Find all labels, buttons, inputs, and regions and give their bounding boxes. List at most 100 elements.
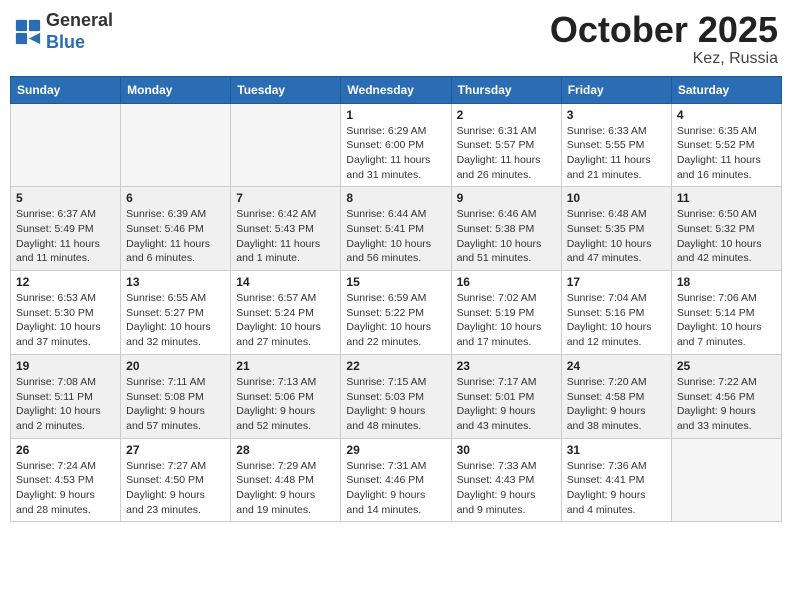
day-header-sunday: Sunday: [11, 76, 121, 103]
day-number: 14: [236, 275, 335, 289]
day-number: 3: [567, 108, 666, 122]
day-info: Sunrise: 7:02 AMSunset: 5:19 PMDaylight:…: [457, 291, 556, 350]
day-info: Sunrise: 6:44 AMSunset: 5:41 PMDaylight:…: [346, 207, 445, 266]
day-info: Sunrise: 7:15 AMSunset: 5:03 PMDaylight:…: [346, 375, 445, 434]
day-info: Sunrise: 6:37 AMSunset: 5:49 PMDaylight:…: [16, 207, 115, 266]
day-number: 13: [126, 275, 225, 289]
calendar-cell: 9 Sunrise: 6:46 AMSunset: 5:38 PMDaylight…: [451, 187, 561, 271]
day-info: Sunrise: 6:31 AMSunset: 5:57 PMDaylight:…: [457, 124, 556, 183]
day-info: Sunrise: 6:33 AMSunset: 5:55 PMDaylight:…: [567, 124, 666, 183]
day-number: 16: [457, 275, 556, 289]
calendar-cell: 15Sunrise: 6:59 AMSunset: 5:22 PMDayligh…: [341, 271, 451, 355]
title-block: October 2025 Kez, Russia: [550, 10, 778, 68]
day-number: 29: [346, 443, 445, 457]
day-info: Sunrise: 6:42 AMSunset: 5:43 PMDaylight:…: [236, 207, 335, 266]
day-number: 27: [126, 443, 225, 457]
calendar-cell: 19Sunrise: 7:08 AMSunset: 5:11 PMDayligh…: [11, 354, 121, 438]
day-number: 7: [236, 191, 335, 205]
calendar-cell: [11, 103, 121, 187]
calendar-cell: 14 Sunrise: 6:57 AMSunset: 5:24 PMDayligh…: [231, 271, 341, 355]
day-number: 30: [457, 443, 556, 457]
day-number: 25: [677, 359, 776, 373]
calendar-cell: 24 Sunrise: 7:20 AMSunset: 4:58 PMDayligh…: [561, 354, 671, 438]
day-number: 24: [567, 359, 666, 373]
day-number: 6: [126, 191, 225, 205]
day-info: Sunrise: 7:13 AMSunset: 5:06 PMDaylight:…: [236, 375, 335, 434]
day-header-tuesday: Tuesday: [231, 76, 341, 103]
calendar-cell: 23 Sunrise: 7:17 AMSunset: 5:01 PMDayligh…: [451, 354, 561, 438]
day-header-saturday: Saturday: [671, 76, 781, 103]
day-info: Sunrise: 7:17 AMSunset: 5:01 PMDaylight:…: [457, 375, 556, 434]
day-info: Sunrise: 7:33 AMSunset: 4:43 PMDaylight:…: [457, 459, 556, 518]
day-info: Sunrise: 7:24 AMSunset: 4:53 PMDaylight:…: [16, 459, 115, 518]
week-row-1: 1 Sunrise: 6:29 AMSunset: 6:00 PMDaylight…: [11, 103, 782, 187]
day-number: 31: [567, 443, 666, 457]
day-info: Sunrise: 6:46 AMSunset: 5:38 PMDaylight:…: [457, 207, 556, 266]
week-row-3: 12 Sunrise: 6:53 AMSunset: 5:30 PMDayligh…: [11, 271, 782, 355]
calendar-cell: 11 Sunrise: 6:50 AMSunset: 5:32 PMDayligh…: [671, 187, 781, 271]
calendar-cell: 28 Sunrise: 7:29 AMSunset: 4:48 PMDayligh…: [231, 438, 341, 522]
calendar-table: SundayMondayTuesdayWednesdayThursdayFrid…: [10, 76, 782, 523]
calendar-cell: 22 Sunrise: 7:15 AMSunset: 5:03 PMDayligh…: [341, 354, 451, 438]
day-number: 8: [346, 191, 445, 205]
day-number: 28: [236, 443, 335, 457]
logo: General Blue: [14, 10, 113, 53]
week-row-2: 5 Sunrise: 6:37 AMSunset: 5:49 PMDaylight…: [11, 187, 782, 271]
calendar-cell: 27 Sunrise: 7:27 AMSunset: 4:50 PMDayligh…: [121, 438, 231, 522]
calendar-cell: 1 Sunrise: 6:29 AMSunset: 6:00 PMDaylight…: [341, 103, 451, 187]
day-info: Sunrise: 6:35 AMSunset: 5:52 PMDaylight:…: [677, 124, 776, 183]
day-number: 5: [16, 191, 115, 205]
day-info: Sunrise: 7:31 AMSunset: 4:46 PMDaylight:…: [346, 459, 445, 518]
day-number: 9: [457, 191, 556, 205]
day-number: 20: [126, 359, 225, 373]
page-header: General Blue October 2025 Kez, Russia: [10, 10, 782, 68]
calendar-cell: 8 Sunrise: 6:44 AMSunset: 5:41 PMDaylight…: [341, 187, 451, 271]
day-info: Sunrise: 6:55 AMSunset: 5:27 PMDaylight:…: [126, 291, 225, 350]
week-row-5: 26Sunrise: 7:24 AMSunset: 4:53 PMDayligh…: [11, 438, 782, 522]
calendar-header-row: SundayMondayTuesdayWednesdayThursdayFrid…: [11, 76, 782, 103]
calendar-cell: 20 Sunrise: 7:11 AMSunset: 5:08 PMDayligh…: [121, 354, 231, 438]
day-number: 23: [457, 359, 556, 373]
day-number: 18: [677, 275, 776, 289]
location: Kez, Russia: [550, 50, 778, 68]
logo-blue: Blue: [46, 32, 85, 52]
logo-icon: [14, 18, 42, 46]
day-info: Sunrise: 7:36 AMSunset: 4:41 PMDaylight:…: [567, 459, 666, 518]
day-number: 15: [346, 275, 445, 289]
calendar-cell: 25 Sunrise: 7:22 AMSunset: 4:56 PMDayligh…: [671, 354, 781, 438]
day-info: Sunrise: 6:57 AMSunset: 5:24 PMDaylight:…: [236, 291, 335, 350]
day-header-friday: Friday: [561, 76, 671, 103]
calendar-cell: 21 Sunrise: 7:13 AMSunset: 5:06 PMDayligh…: [231, 354, 341, 438]
day-info: Sunrise: 7:04 AMSunset: 5:16 PMDaylight:…: [567, 291, 666, 350]
day-header-monday: Monday: [121, 76, 231, 103]
calendar-cell: [121, 103, 231, 187]
day-info: Sunrise: 6:53 AMSunset: 5:30 PMDaylight:…: [16, 291, 115, 350]
calendar-cell: 6 Sunrise: 6:39 AMSunset: 5:46 PMDaylight…: [121, 187, 231, 271]
day-info: Sunrise: 7:20 AMSunset: 4:58 PMDaylight:…: [567, 375, 666, 434]
day-info: Sunrise: 7:27 AMSunset: 4:50 PMDaylight:…: [126, 459, 225, 518]
calendar-cell: 31 Sunrise: 7:36 AMSunset: 4:41 PMDayligh…: [561, 438, 671, 522]
calendar-cell: 16 Sunrise: 7:02 AMSunset: 5:19 PMDayligh…: [451, 271, 561, 355]
day-number: 21: [236, 359, 335, 373]
logo-general: General: [46, 10, 113, 30]
calendar-cell: 7 Sunrise: 6:42 AMSunset: 5:43 PMDaylight…: [231, 187, 341, 271]
calendar-cell: 4 Sunrise: 6:35 AMSunset: 5:52 PMDaylight…: [671, 103, 781, 187]
day-number: 17: [567, 275, 666, 289]
day-number: 1: [346, 108, 445, 122]
day-number: 4: [677, 108, 776, 122]
day-info: Sunrise: 6:50 AMSunset: 5:32 PMDaylight:…: [677, 207, 776, 266]
day-number: 11: [677, 191, 776, 205]
day-info: Sunrise: 7:29 AMSunset: 4:48 PMDaylight:…: [236, 459, 335, 518]
week-row-4: 19Sunrise: 7:08 AMSunset: 5:11 PMDayligh…: [11, 354, 782, 438]
calendar-cell: 12 Sunrise: 6:53 AMSunset: 5:30 PMDayligh…: [11, 271, 121, 355]
day-info: Sunrise: 6:29 AMSunset: 6:00 PMDaylight:…: [346, 124, 445, 183]
calendar-cell: 2Sunrise: 6:31 AMSunset: 5:57 PMDaylight…: [451, 103, 561, 187]
day-info: Sunrise: 6:48 AMSunset: 5:35 PMDaylight:…: [567, 207, 666, 266]
day-number: 12: [16, 275, 115, 289]
day-info: Sunrise: 7:22 AMSunset: 4:56 PMDaylight:…: [677, 375, 776, 434]
calendar-cell: 18Sunrise: 7:06 AMSunset: 5:14 PMDayligh…: [671, 271, 781, 355]
day-header-wednesday: Wednesday: [341, 76, 451, 103]
day-info: Sunrise: 7:11 AMSunset: 5:08 PMDaylight:…: [126, 375, 225, 434]
day-number: 22: [346, 359, 445, 373]
day-info: Sunrise: 6:39 AMSunset: 5:46 PMDaylight:…: [126, 207, 225, 266]
